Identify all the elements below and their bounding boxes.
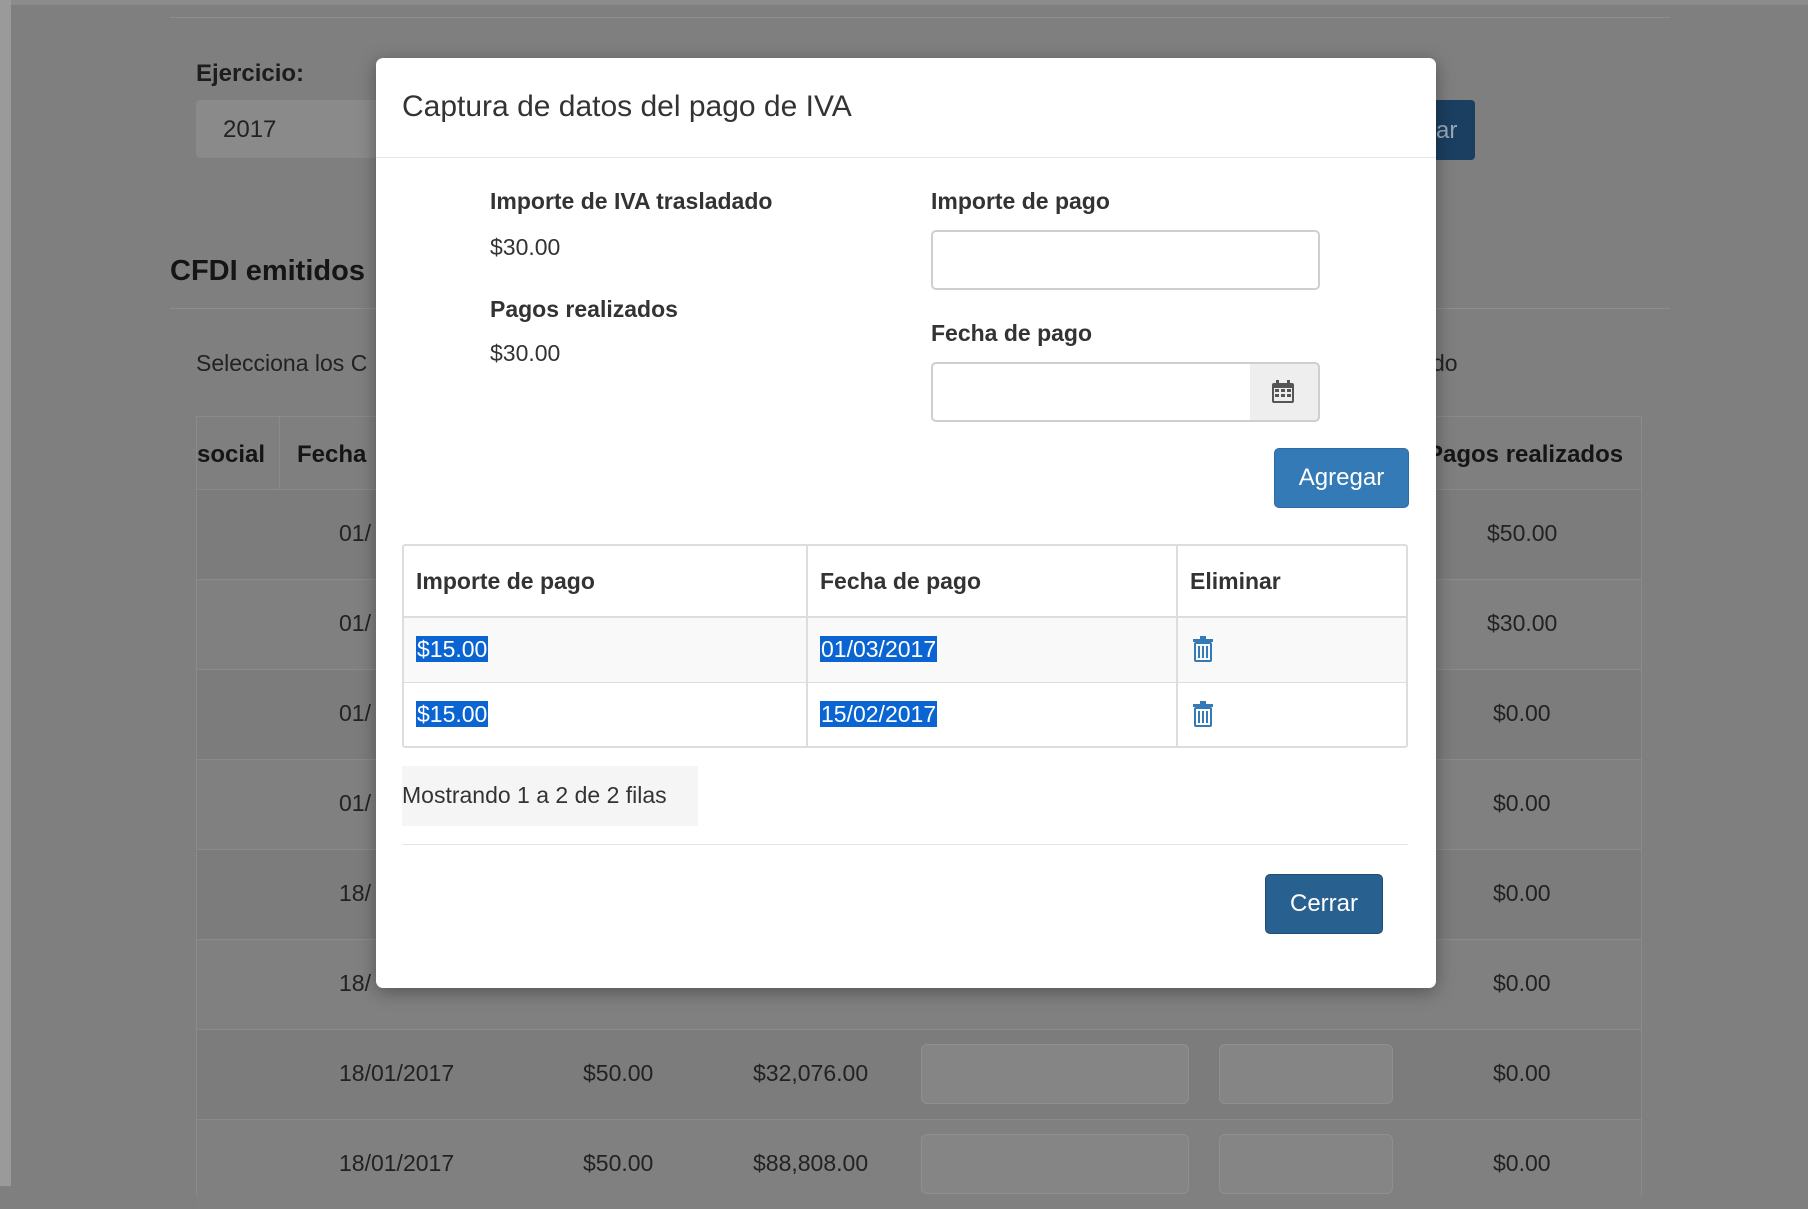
- pagination-info: Mostrando 1 a 2 de 2 filas: [402, 766, 698, 826]
- iva-trasladado-label: Importe de IVA trasladado: [490, 188, 773, 214]
- pagos-realizados-value: $30.00: [490, 340, 561, 366]
- column-header: Fecha: [297, 441, 367, 468]
- row-input[interactable]: [1219, 1134, 1393, 1194]
- row-input[interactable]: [1219, 1044, 1393, 1104]
- table-header: Importe de pago Fecha de pago Eliminar: [404, 546, 1406, 618]
- agregar-button[interactable]: Agregar: [1274, 448, 1409, 508]
- modal-header: Captura de datos del pago de IVA: [376, 58, 1436, 158]
- ejercicio-label: Ejercicio:: [196, 60, 305, 87]
- fecha-cell: 15/02/2017: [820, 701, 938, 727]
- importe-cell: $15.00: [416, 701, 489, 727]
- table-row[interactable]: $15.00 15/02/2017: [404, 683, 1406, 748]
- payment-modal: Captura de datos del pago de IVA Importe…: [376, 58, 1436, 988]
- fecha-pago-label: Fecha de pago: [931, 320, 1093, 346]
- trash-icon[interactable]: [1192, 701, 1214, 727]
- fecha-cell: 01/03/2017: [820, 636, 938, 662]
- modal-title: Captura de datos del pago de IVA: [402, 90, 852, 123]
- top-strip: [0, 0, 1808, 5]
- column-header: Eliminar: [1190, 568, 1281, 594]
- payments-table: Importe de pago Fecha de pago Eliminar $…: [402, 544, 1408, 748]
- table-row[interactable]: 18/01/2017 $50.00 $88,808.00 $0.00: [197, 1119, 1641, 1209]
- row-input[interactable]: [921, 1134, 1189, 1194]
- importe-pago-input[interactable]: [931, 230, 1320, 290]
- column-header: social: [197, 441, 266, 468]
- table-row[interactable]: $15.00 01/03/2017: [404, 618, 1406, 683]
- fecha-pago-input[interactable]: [931, 362, 1252, 422]
- cerrar-button[interactable]: Cerrar: [1265, 874, 1383, 934]
- table-row[interactable]: 18/01/2017 $50.00 $32,076.00 $0.00: [197, 1029, 1641, 1119]
- column-header: Pagos realizados: [1427, 441, 1624, 468]
- column-header[interactable]: Fecha de pago: [820, 568, 981, 595]
- modal-footer-divider: [402, 844, 1408, 845]
- importe-cell: $15.00: [416, 636, 489, 662]
- instructions-text: Selecciona los C: [196, 350, 368, 376]
- calendar-button[interactable]: [1250, 362, 1320, 422]
- trash-icon[interactable]: [1192, 636, 1214, 662]
- pagos-realizados-label: Pagos realizados: [490, 296, 678, 322]
- ejercicio-select[interactable]: 2017: [196, 100, 396, 158]
- left-edge: [0, 0, 11, 1186]
- calendar-icon: [1272, 380, 1294, 403]
- divider: [170, 17, 1670, 18]
- row-input[interactable]: [921, 1044, 1189, 1104]
- section-title: CFDI emitidos: [170, 255, 365, 287]
- column-header[interactable]: Importe de pago: [416, 568, 595, 595]
- importe-pago-label: Importe de pago: [931, 188, 1110, 214]
- iva-trasladado-value: $30.00: [490, 234, 561, 260]
